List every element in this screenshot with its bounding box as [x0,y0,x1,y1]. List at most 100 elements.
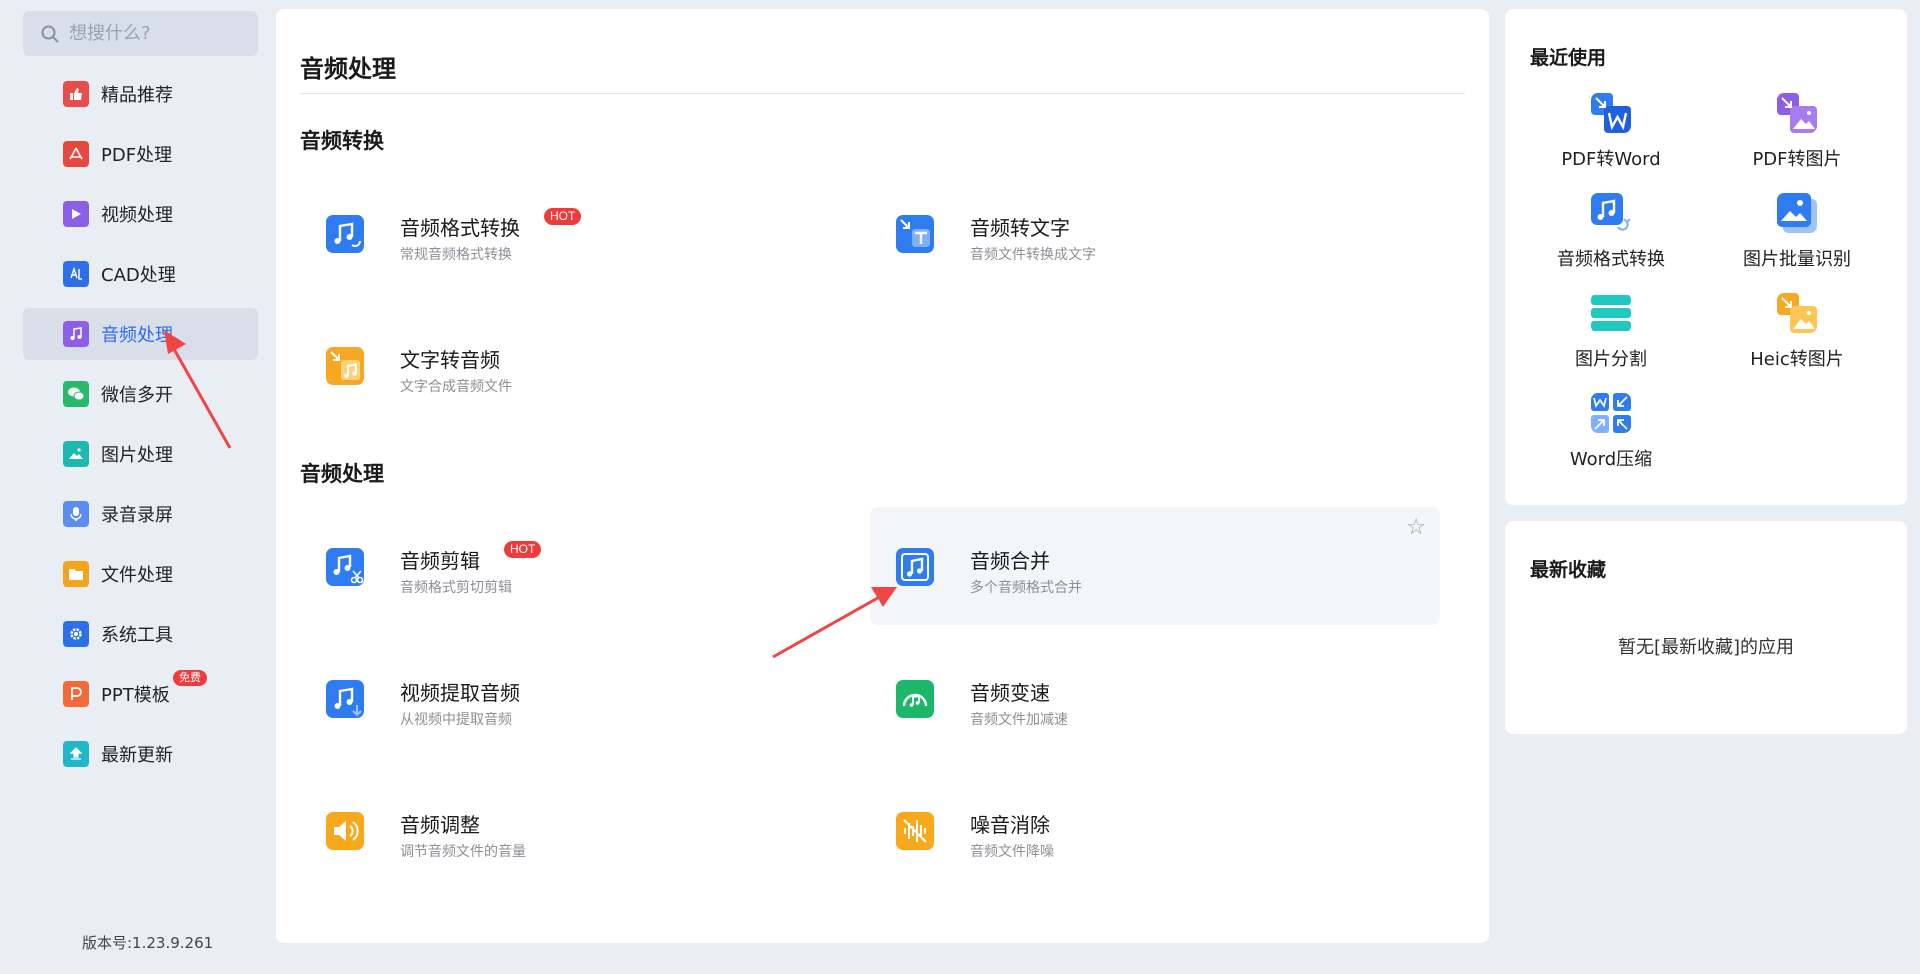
sidebar: 精品推荐 PDF处理 视频处理 CAD处理 音频处理 [0,0,272,974]
tool-noise-removal[interactable]: 噪音消除 音频文件降噪 [860,771,1430,889]
favorites-empty-text: 暂无[最新收藏]的应用 [1617,637,1795,658]
recent-item-image-split[interactable]: 图片分割 [1518,293,1704,393]
sidebar-item-cad[interactable]: CAD处理 [23,248,258,300]
recent-item-label: 图片分割 [1575,349,1647,370]
tool-desc: 文字合成音频文件 [400,379,512,395]
audio-convert-icon [1591,193,1631,231]
section-title-conversion: 音频转换 [300,129,384,153]
tool-text-to-audio[interactable]: 文字转音频 文字合成音频文件 [290,306,860,424]
sidebar-item-label: 录音录屏 [101,505,173,526]
recent-item-label: 音频格式转换 [1557,249,1665,270]
audio-convert-icon [326,215,364,253]
sidebar-item-audio[interactable]: 音频处理 [23,308,258,360]
sidebar-item-label: CAD处理 [101,265,176,286]
tool-audio-adjust[interactable]: 音频调整 调节音频文件的音量 [290,771,860,889]
microphone-icon [63,501,89,527]
recent-item-audio-convert[interactable]: 音频格式转换 [1518,193,1704,293]
recent-item-image-batch-ocr[interactable]: 图片批量识别 [1704,193,1890,293]
sidebar-item-label: 音频处理 [101,325,173,346]
sidebar-item-updates[interactable]: 最新更新 [23,728,258,780]
tool-desc: 调节音频文件的音量 [400,844,526,860]
page-title: 音频处理 [300,55,396,83]
audio-to-text-icon [896,215,934,253]
sidebar-item-label: PPT模板 [101,685,170,706]
tool-audio-merge[interactable]: 音频合并 多个音频格式合并 ☆ [870,507,1440,625]
tool-name: 音频剪辑 [400,549,480,573]
tool-video-extract-audio[interactable]: 视频提取音频 从视频中提取音频 [290,639,860,757]
sidebar-item-wechat[interactable]: 微信多开 [23,368,258,420]
sidebar-item-image[interactable]: 图片处理 [23,428,258,480]
recent-item-pdf-to-image[interactable]: PDF转图片 [1704,93,1890,193]
tool-name: 视频提取音频 [400,681,520,705]
tool-desc: 音频格式剪切剪辑 [400,580,512,596]
tool-desc: 音频文件降噪 [970,844,1054,860]
play-icon [63,201,89,227]
sidebar-item-label: 最新更新 [101,745,173,766]
recent-item-label: 图片批量识别 [1743,249,1851,270]
sidebar-item-record[interactable]: 录音录屏 [23,488,258,540]
sidebar-item-featured[interactable]: 精品推荐 [23,68,258,120]
audio-merge-icon [896,548,934,586]
tool-name: 文字转音频 [400,348,500,372]
search-icon [41,25,59,43]
sidebar-item-label: 系统工具 [101,625,173,646]
sidebar-item-label: 图片处理 [101,445,173,466]
tool-name: 音频调整 [400,813,480,837]
recent-panel: 最近使用 PDF转Word PDF转图片 音频格式转换 图片批量识别 图片分割 … [1505,9,1907,505]
speed-icon [896,680,934,718]
tool-audio-clip[interactable]: 音频剪辑 HOT 音频格式剪切剪辑 [290,507,860,625]
tool-desc: 多个音频格式合并 [970,580,1082,596]
main-panel: 音频处理 音频转换 音频格式转换 HOT 常规音频格式转换 音频转文字 音频文件… [276,9,1489,943]
tool-desc: 常规音频格式转换 [400,247,512,263]
sidebar-item-ppt[interactable]: PPT模板 免费 [23,668,258,720]
pdf-to-image-icon [1777,93,1817,133]
version-label: 版本号:1.23.9.261 [82,934,214,952]
tool-audio-format-convert[interactable]: 音频格式转换 HOT 常规音频格式转换 [290,174,860,292]
tool-name: 噪音消除 [970,813,1050,837]
tool-audio-speed[interactable]: 音频变速 音频文件加减速 [860,639,1430,757]
pdf-icon [63,141,89,167]
word-compress-icon [1591,393,1631,433]
hot-badge: HOT [544,208,582,225]
volume-icon [326,812,364,850]
recent-item-label: Heic转图片 [1750,349,1844,370]
recent-item-label: Word压缩 [1569,449,1653,470]
extract-audio-icon [326,680,364,718]
tool-audio-to-text[interactable]: 音频转文字 音频文件转换成文字 [860,174,1430,292]
image-ocr-icon [1777,193,1817,233]
sidebar-item-label: 微信多开 [101,385,173,406]
recent-title: 最近使用 [1530,47,1607,69]
recent-item-label: PDF转图片 [1752,149,1842,170]
hot-badge: HOT [504,541,542,558]
wechat-icon [63,381,89,407]
recent-item-word-compress[interactable]: Word压缩 [1518,393,1704,493]
tool-desc: 音频文件加减速 [970,712,1068,728]
cad-icon [63,261,89,287]
tool-name: 音频转文字 [970,216,1070,240]
star-icon[interactable]: ☆ [1406,515,1426,540]
tool-name: 音频变速 [970,681,1050,705]
section-title-processing: 音频处理 [300,462,384,486]
sidebar-item-pdf[interactable]: PDF处理 [23,128,258,180]
heic-to-image-icon [1777,293,1817,333]
noise-reduction-icon [896,812,934,850]
upload-icon [63,741,89,767]
recent-item-pdf-to-word[interactable]: PDF转Word [1518,93,1704,193]
favorites-title: 最新收藏 [1530,559,1607,581]
sidebar-item-files[interactable]: 文件处理 [23,548,258,600]
image-split-icon [1591,295,1631,331]
tool-name: 音频合并 [970,549,1050,573]
sidebar-item-label: PDF处理 [101,145,173,166]
tool-desc: 从视频中提取音频 [400,712,512,728]
ppt-icon [63,681,89,707]
sidebar-item-system[interactable]: 系统工具 [23,608,258,660]
divider [300,93,1465,94]
sidebar-item-video[interactable]: 视频处理 [23,188,258,240]
recent-item-heic-to-image[interactable]: Heic转图片 [1704,293,1890,393]
sidebar-nav: 精品推荐 PDF处理 视频处理 CAD处理 音频处理 微信多开 图片处理 录音录… [23,68,258,788]
search-input[interactable] [69,23,249,44]
favorites-panel: 最新收藏 暂无[最新收藏]的应用 [1505,521,1907,734]
image-icon [63,441,89,467]
search-box[interactable] [23,11,258,56]
text-to-audio-icon [326,347,364,385]
